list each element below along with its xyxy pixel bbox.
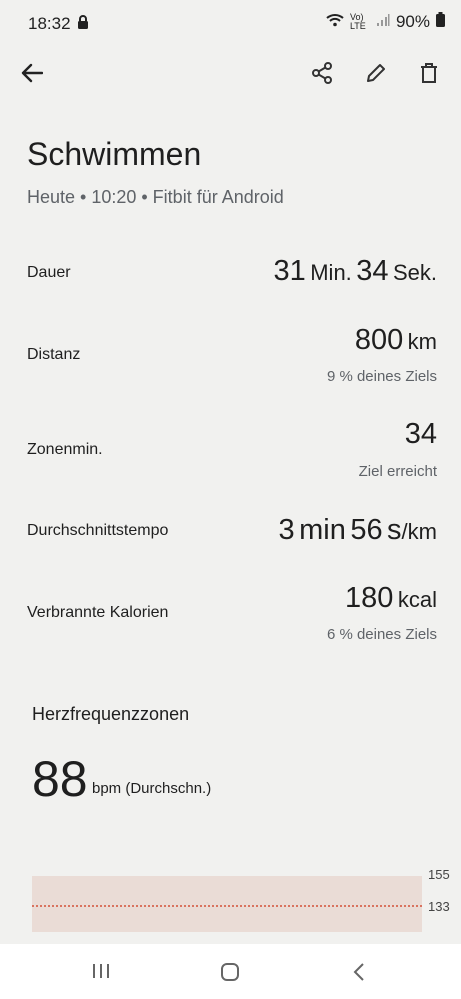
edit-icon[interactable] bbox=[360, 57, 392, 89]
duration-value: 31 Min. 34 Sek. bbox=[273, 255, 437, 287]
zone-value: 34 bbox=[404, 418, 437, 450]
distance-goal: 9 % deines Ziels bbox=[326, 368, 437, 385]
heart-zone-chart bbox=[32, 876, 422, 932]
lock-icon bbox=[76, 14, 90, 35]
status-icons: Vo) LTE 90% bbox=[326, 12, 445, 32]
zone-threshold-line bbox=[32, 905, 422, 907]
calories-goal: 6 % deines Ziels bbox=[326, 626, 437, 643]
delete-icon[interactable] bbox=[413, 57, 445, 89]
zone-label: Zonenmin. bbox=[27, 441, 103, 458]
distance-label: Distanz bbox=[27, 346, 81, 363]
home-icon[interactable] bbox=[220, 962, 240, 987]
pace-label: Durchschnittstempo bbox=[27, 522, 169, 539]
avg-bpm-unit: bpm (Durchschn.) bbox=[92, 780, 212, 797]
zone-status: Ziel erreicht bbox=[358, 463, 437, 480]
recent-apps-icon[interactable] bbox=[91, 962, 111, 985]
tick-label-top: 155 bbox=[428, 867, 450, 882]
avg-bpm-value: 88 bbox=[32, 751, 88, 807]
heart-zones-title: Herzfrequenzzonen bbox=[32, 704, 190, 724]
battery-percent: 90% bbox=[395, 12, 430, 31]
distance-value: 800 km bbox=[354, 324, 437, 356]
network-label: Vo) LTE bbox=[349, 12, 366, 31]
wifi-icon bbox=[326, 12, 344, 32]
status-time: 18:32 bbox=[28, 14, 71, 33]
activity-subtitle: Heute • 10:20 • Fitbit für Android bbox=[27, 187, 284, 207]
nav-back-icon[interactable] bbox=[352, 962, 366, 987]
back-icon[interactable] bbox=[16, 57, 48, 89]
duration-label: Dauer bbox=[27, 264, 71, 281]
share-icon[interactable] bbox=[306, 57, 338, 89]
tick-label-bottom: 133 bbox=[428, 899, 450, 914]
battery-icon bbox=[436, 12, 445, 32]
signal-icon bbox=[376, 12, 390, 32]
calories-value: 180 kcal bbox=[345, 582, 437, 614]
activity-title: Schwimmen bbox=[27, 136, 202, 172]
pace-value: 3 min 56 s/km bbox=[278, 514, 437, 546]
calories-label: Verbrannte Kalorien bbox=[27, 604, 169, 621]
